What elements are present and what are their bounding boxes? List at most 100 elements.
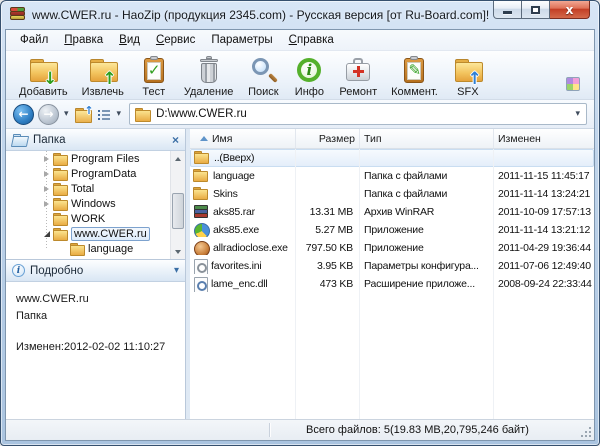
folder-icon (53, 228, 68, 240)
test-clipboard-icon: ✓ (138, 56, 170, 85)
column-header-size[interactable]: Размер (296, 129, 360, 148)
dll-file-icon (193, 277, 207, 292)
sfx-folder-icon: ↑ (452, 56, 484, 85)
tree-panel-close-icon[interactable]: × (172, 134, 179, 146)
tree-panel-title: Папка (33, 134, 66, 146)
history-dropdown[interactable]: ▾ (63, 109, 70, 119)
folder-icon (193, 169, 209, 183)
tree-item-program-files[interactable]: Program Files (6, 151, 185, 166)
search-icon (247, 56, 279, 85)
expander-icon[interactable] (41, 169, 52, 179)
resize-grip[interactable] (580, 426, 592, 438)
status-bar: Всего файлов: 5(19.83 MB,20,795,246 байт… (6, 419, 594, 440)
menu-file[interactable]: Файл (12, 32, 56, 48)
menu-tools[interactable]: Сервис (148, 32, 203, 48)
maximize-button[interactable] (522, 1, 550, 19)
main-area: Папка × Program Files (6, 129, 594, 419)
left-column: Папка × Program Files (6, 129, 186, 419)
skin-color-button[interactable] (566, 77, 580, 91)
tree-item-windows[interactable]: Windows (6, 196, 185, 211)
tree-item-work[interactable]: WORK (6, 211, 185, 226)
repair-button[interactable]: Ремонт (332, 53, 384, 99)
test-button[interactable]: ✓ Тест (131, 53, 177, 99)
expander-icon[interactable] (41, 184, 52, 194)
details-item-kind: Папка (16, 308, 175, 325)
back-button[interactable]: ← (13, 104, 34, 125)
forward-button[interactable]: → (38, 104, 59, 125)
file-row-lame-enc-dll[interactable]: lame_enc.dll 473 KB Расширение приложе..… (190, 275, 594, 293)
folder-tree: Program Files ProgramData Total (6, 151, 185, 259)
details-collapse-icon[interactable]: ▾ (174, 265, 179, 276)
column-header-modified[interactable]: Изменен (494, 129, 594, 148)
scroll-up-button[interactable] (171, 151, 185, 166)
expander-slot (41, 214, 52, 224)
up-level-button[interactable]: ↑ (74, 107, 92, 122)
maximize-icon (531, 6, 540, 14)
column-header-name[interactable]: Имя (190, 129, 296, 148)
file-list: Имя Размер Тип Изменен ..(Ввер (190, 129, 594, 419)
delete-button[interactable]: Удаление (177, 53, 241, 99)
status-total-files: Всего файлов: 5(19.83 MB,20,795,246 байт… (276, 420, 574, 440)
details-content: www.CWER.ru Папка Изменен:2012-02-02 11:… (6, 282, 185, 419)
file-row-skins[interactable]: Skins Папка с файлами 2011-11-14 13:24:2… (190, 185, 594, 203)
app-window: www.CWER.ru - HaoZip (продукция 2345.com… (0, 0, 600, 446)
application-icon (193, 223, 209, 237)
menu-help[interactable]: Справка (281, 32, 342, 48)
tree-item-language[interactable]: language (6, 241, 185, 256)
file-row-favorites-ini[interactable]: favorites.ini 3.95 KB Параметры конфигур… (190, 257, 594, 275)
details-panel-header: i Подробно ▾ (6, 260, 185, 282)
comment-button[interactable]: ✎ Коммент. (384, 53, 445, 99)
address-folder-icon (135, 108, 151, 121)
address-dropdown[interactable]: ▾ (574, 109, 581, 119)
view-mode-button[interactable] (96, 107, 112, 121)
close-button[interactable]: x (550, 1, 590, 19)
tree-item-total[interactable]: Total (6, 181, 185, 196)
expander-icon[interactable] (41, 229, 52, 239)
info-icon: i (293, 56, 325, 85)
folder-icon (193, 187, 209, 201)
menu-edit[interactable]: Правка (56, 32, 111, 48)
menu-options[interactable]: Параметры (203, 32, 280, 48)
extract-button[interactable]: ↑ Извлечь (75, 53, 131, 99)
file-row-language[interactable]: language Папка с файлами 2011-11-15 11:4… (190, 167, 594, 185)
minimize-icon (503, 11, 512, 14)
file-row-allradioclose-exe[interactable]: allradioclose.exe 797.50 KB Приложение 2… (190, 239, 594, 257)
details-item-modified: Изменен:2012-02-02 11:10:27 (16, 339, 175, 356)
up-arrow-icon: ↑ (84, 104, 93, 117)
info-button[interactable]: i Инфо (286, 53, 332, 99)
scroll-down-button[interactable] (171, 244, 185, 259)
column-header-type[interactable]: Тип (360, 129, 494, 148)
folder-icon (53, 198, 68, 210)
file-row-aks85-rar[interactable]: aks85.rar 13.31 MB Архив WinRAR 2011-10-… (190, 203, 594, 221)
view-mode-dropdown[interactable]: ▾ (116, 109, 123, 119)
add-button[interactable]: ↓ Добавить (12, 53, 75, 99)
details-panel: i Подробно ▾ www.CWER.ru Папка Изменен:2… (6, 260, 185, 419)
file-list-header: Имя Размер Тип Изменен (190, 129, 594, 149)
file-row-up[interactable]: ..(Вверх) (190, 149, 594, 167)
extract-folder-icon: ↑ (87, 56, 119, 85)
expander-icon[interactable] (41, 199, 52, 209)
first-aid-icon (342, 56, 374, 85)
trash-icon (193, 56, 225, 85)
address-input[interactable]: D:\www.CWER.ru ▾ (129, 103, 587, 125)
menu-view[interactable]: Вид (111, 32, 148, 48)
tree-item-programdata[interactable]: ProgramData (6, 166, 185, 181)
client-area: Файл Правка Вид Сервис Параметры Справка… (5, 29, 595, 441)
file-row-aks85-exe[interactable]: aks85.exe 5.27 MB Приложение 2011-11-14 … (190, 221, 594, 239)
folder-panel-icon (12, 134, 28, 146)
search-button[interactable]: Поиск (240, 53, 286, 99)
close-icon: x (566, 3, 574, 17)
tree-panel-header: Папка × (6, 129, 185, 151)
window-controls: x (493, 1, 590, 19)
column-gridline (359, 149, 360, 419)
minimize-button[interactable] (493, 1, 522, 19)
details-item-name: www.CWER.ru (16, 291, 175, 308)
tree-scrollbar[interactable] (170, 151, 185, 259)
scroll-thumb[interactable] (172, 193, 184, 229)
expander-icon[interactable] (41, 154, 52, 164)
rar-archive-icon (193, 205, 209, 219)
tree-item-www-cwer-ru[interactable]: www.CWER.ru (6, 226, 185, 241)
sfx-button[interactable]: ↑ SFX (445, 53, 491, 99)
selected-tree-label: www.CWER.ru (71, 227, 150, 241)
back-arrow-icon: ← (18, 107, 28, 121)
